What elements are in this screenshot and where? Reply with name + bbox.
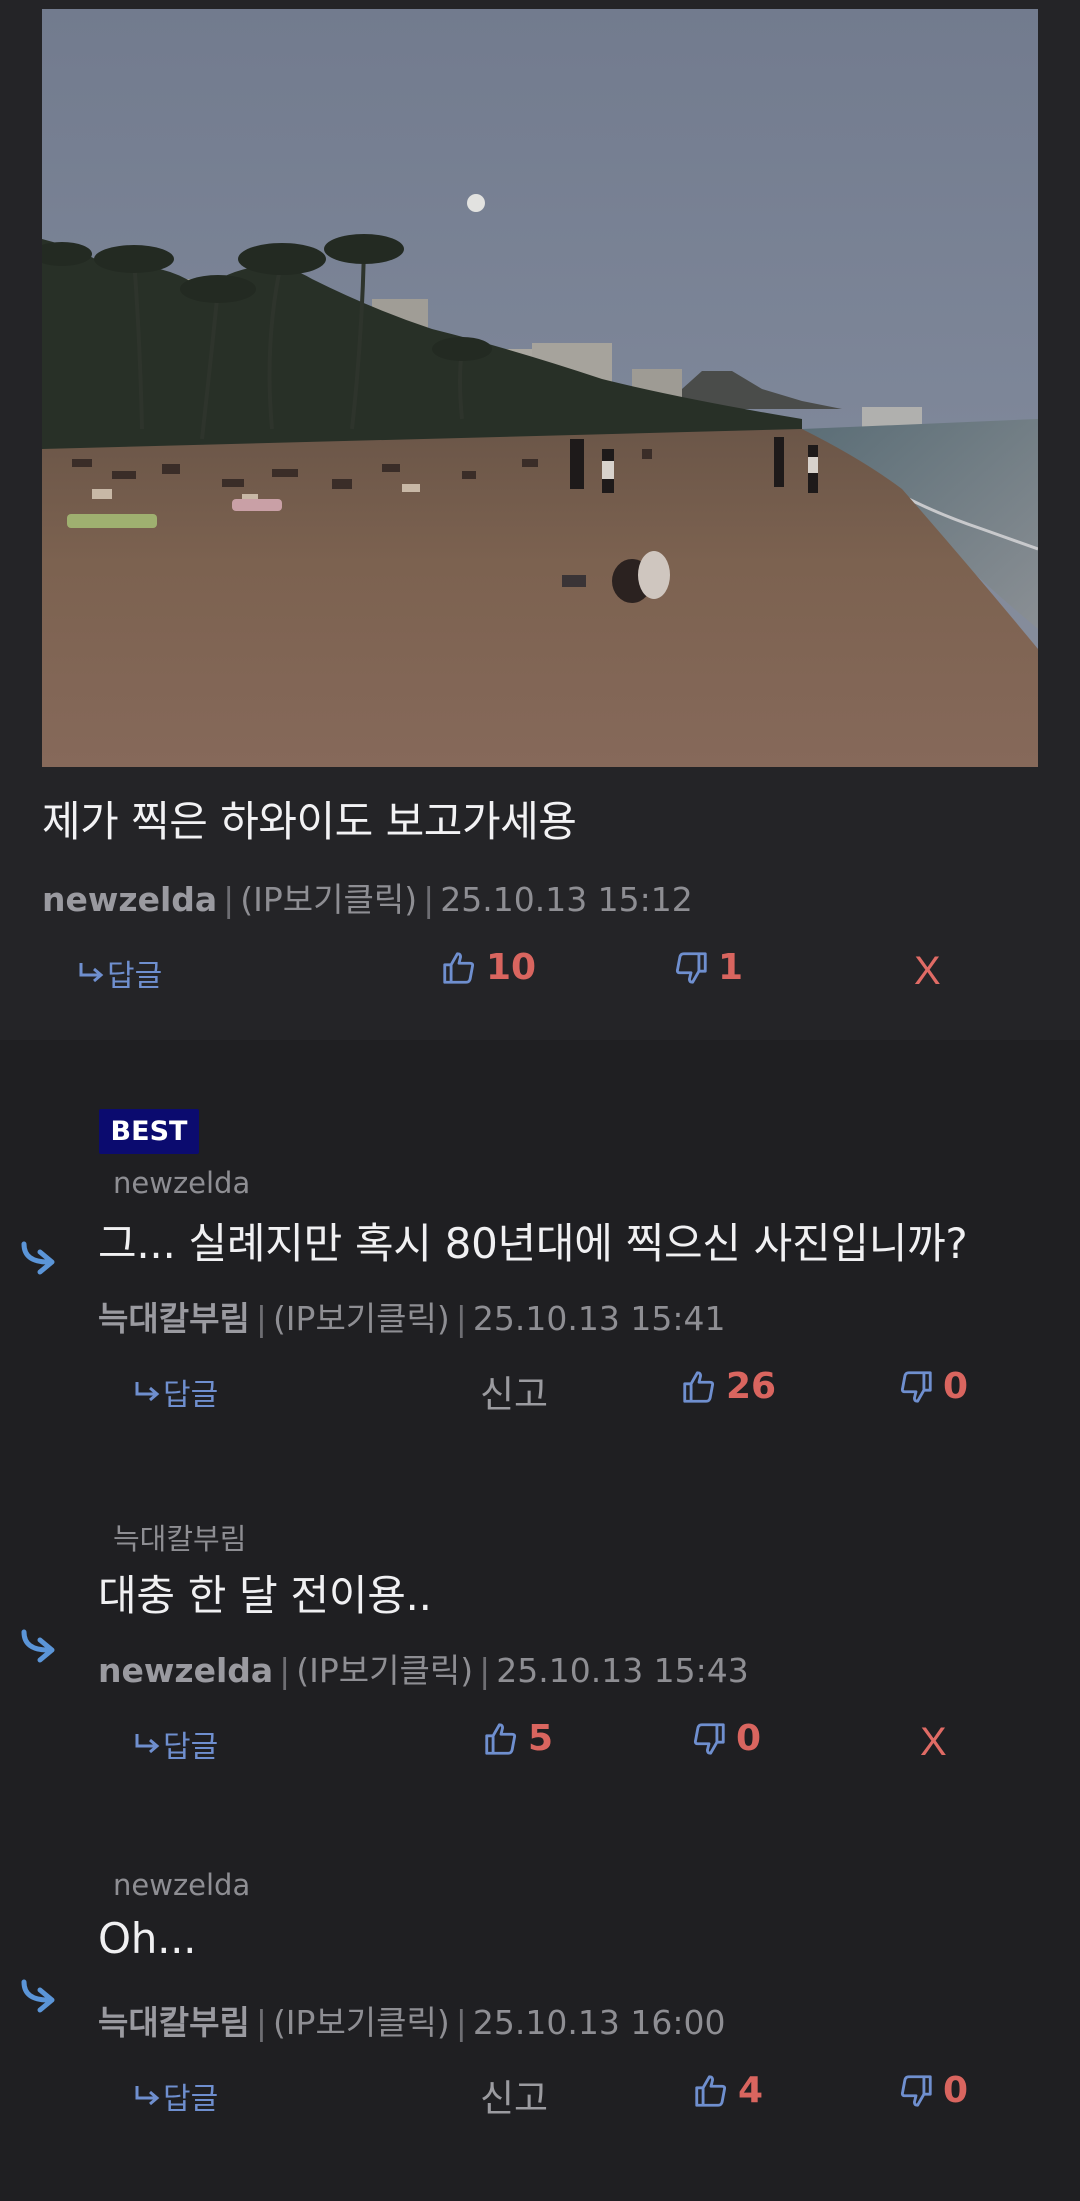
post-meta: newzelda | (IP보기클릭) | 25.10.13 15:12: [42, 873, 693, 921]
reply-button[interactable]: 답글: [133, 1722, 218, 1766]
reply-button[interactable]: 답글: [77, 951, 162, 995]
comment-author[interactable]: newzelda: [98, 1651, 273, 1690]
comment-reply-arrow-icon: [21, 1241, 55, 1275]
meta-separator: |: [455, 1299, 467, 1338]
comment-datetime: 25.10.13 15:41: [472, 1299, 726, 1338]
best-badge: BEST: [99, 1109, 199, 1154]
thumbs-up-icon: [485, 1722, 517, 1755]
report-button[interactable]: 신고: [480, 1364, 548, 1418]
comment-reply-arrow-icon: [21, 1979, 55, 2013]
comment-meta: newzelda | (IP보기클릭) | 25.10.13 15:43: [98, 1644, 749, 1692]
delete-button[interactable]: X: [914, 949, 941, 994]
ip-link[interactable]: (IP보기클릭): [273, 1299, 450, 1338]
thumbs-down-icon: [693, 1722, 725, 1755]
reply-label: 답글: [107, 959, 163, 994]
post-photo[interactable]: [42, 9, 1038, 767]
meta-separator: |: [279, 1651, 291, 1690]
thumbs-up-icon: [443, 951, 475, 984]
ip-link[interactable]: (IP보기클릭): [240, 880, 417, 919]
reply-label: 답글: [163, 2082, 219, 2117]
downvote-button[interactable]: 0: [897, 1366, 968, 1407]
comment-meta: 늑대칼부림 | (IP보기클릭) | 25.10.13 15:41: [98, 1292, 725, 1340]
thumbs-up-icon: [683, 1370, 715, 1403]
meta-separator: |: [255, 1299, 267, 1338]
thumbs-down-icon: [675, 951, 707, 984]
reply-to-author: 늑대칼부림: [113, 1522, 247, 1556]
reply-to-author: newzelda: [113, 1868, 251, 1902]
comment-author[interactable]: 늑대칼부림: [98, 1299, 250, 1338]
post-card: 제가 찍은 하와이도 보고가세용 newzelda | (IP보기클릭) | 25.10…: [0, 0, 1080, 1040]
upvote-button[interactable]: 10: [440, 947, 536, 988]
comment-datetime: 25.10.13 15:43: [496, 1651, 749, 1690]
comment-actions: 답글 신고 26 0: [0, 1362, 1080, 1422]
post-datetime: 25.10.13 15:12: [440, 880, 693, 919]
reply-arrow-icon: [135, 1734, 160, 1754]
post-author[interactable]: newzelda: [42, 880, 217, 919]
downvote-count: 0: [943, 1366, 969, 1407]
thumbs-down-icon: [900, 2074, 932, 2107]
upvote-button[interactable]: 26: [680, 1366, 776, 1407]
report-button[interactable]: 신고: [480, 2068, 548, 2122]
downvote-count: 1: [718, 947, 744, 988]
reply-arrow-icon: [135, 2086, 160, 2106]
comment-reply-arrow-icon: [21, 1629, 55, 1663]
upvote-count: 4: [738, 2070, 764, 2111]
meta-separator: |: [423, 880, 435, 919]
reply-to-author: newzelda: [113, 1166, 251, 1200]
ip-link[interactable]: (IP보기클릭): [273, 2003, 450, 2042]
meta-separator: |: [255, 2003, 267, 2042]
meta-separator: |: [479, 1651, 491, 1690]
post-actions: 답글 10 1 X: [0, 943, 1080, 1003]
upvote-button[interactable]: 4: [692, 2070, 763, 2111]
meta-separator: |: [223, 880, 235, 919]
ip-link[interactable]: (IP보기클릭): [296, 1651, 473, 1690]
reply-label: 답글: [163, 1730, 219, 1765]
reply-label: 답글: [163, 1378, 219, 1413]
downvote-button[interactable]: 0: [897, 2070, 968, 2111]
delete-button[interactable]: X: [920, 1720, 947, 1765]
upvote-button[interactable]: 5: [482, 1718, 553, 1759]
comment-datetime: 25.10.13 16:00: [472, 2003, 726, 2042]
downvote-button[interactable]: 0: [690, 1718, 761, 1759]
comment-author[interactable]: 늑대칼부림: [98, 2003, 250, 2042]
comment-meta: 늑대칼부림 | (IP보기클릭) | 25.10.13 16:00: [98, 1996, 725, 2044]
comment-text: Oh...: [98, 1914, 197, 1963]
upvote-count: 5: [528, 1718, 554, 1759]
downvote-count: 0: [943, 2070, 969, 2111]
downvote-button[interactable]: 1: [672, 947, 743, 988]
comment-text: 대충 한 달 전이용..: [98, 1571, 432, 1620]
upvote-count: 10: [486, 947, 537, 988]
reply-arrow-icon: [135, 1382, 160, 1402]
downvote-count: 0: [736, 1718, 762, 1759]
thumbs-down-icon: [900, 1370, 932, 1403]
reply-button[interactable]: 답글: [133, 1370, 218, 1414]
meta-separator: |: [455, 2003, 467, 2042]
comment-actions: 답글 신고 4 0: [0, 2066, 1080, 2126]
post-title: 제가 찍은 하와이도 보고가세용: [42, 797, 577, 846]
comment-text: 그... 실례지만 혹시 80년대에 찍으신 사진입니까?: [98, 1219, 968, 1268]
thumbs-up-icon: [695, 2074, 727, 2107]
upvote-count: 26: [726, 1366, 777, 1407]
reply-button[interactable]: 답글: [133, 2074, 218, 2118]
comment-actions: 답글 5 0 X: [0, 1714, 1080, 1774]
reply-arrow-icon: [79, 963, 104, 983]
